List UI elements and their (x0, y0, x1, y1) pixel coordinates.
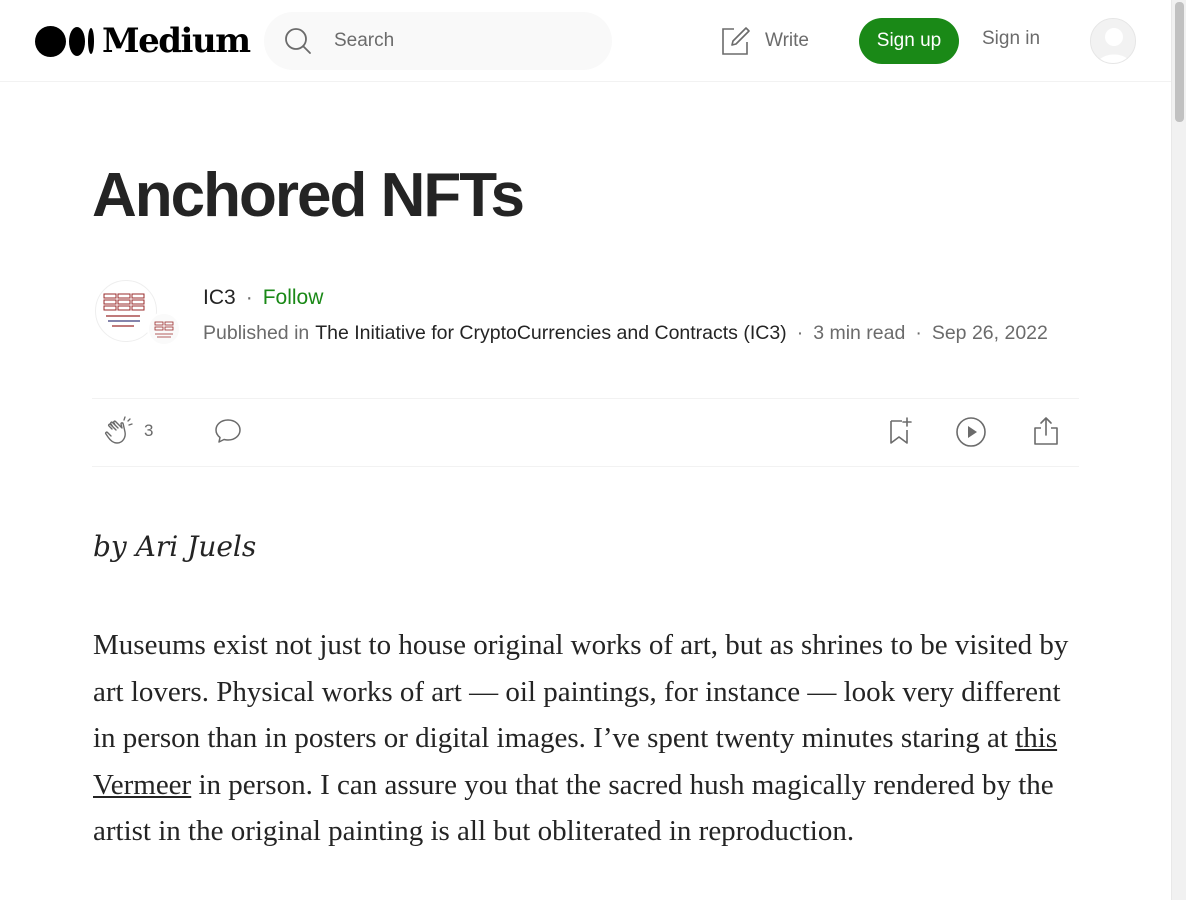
follow-button[interactable]: Follow (263, 286, 324, 310)
article-action-bar: 3 (92, 398, 1079, 467)
publication-avatar[interactable] (147, 312, 181, 346)
author-line: IC3 · Follow (203, 286, 323, 310)
write-button[interactable]: Write (720, 24, 809, 58)
signin-link[interactable]: Sign in (982, 28, 1040, 50)
listen-button[interactable] (954, 415, 988, 449)
author-name[interactable]: IC3 (203, 286, 236, 310)
separator-dot: · (915, 322, 922, 344)
published-in-label: Published in (203, 322, 310, 344)
save-button[interactable] (884, 415, 916, 447)
signup-button[interactable]: Sign up (859, 18, 959, 64)
user-icon (1091, 19, 1135, 63)
paragraph-text: in person. I can assure you that the sac… (93, 768, 1054, 848)
paragraph-text: Museums exist not just to house original… (93, 629, 1069, 754)
medium-logo-mark (35, 25, 94, 57)
scrollbar-thumb[interactable] (1175, 2, 1184, 122)
top-nav: Medium Write Sign up Sign in (0, 0, 1171, 82)
medium-logo[interactable]: Medium (35, 21, 251, 61)
play-icon (956, 417, 986, 447)
search-icon (285, 28, 311, 54)
article-paragraph: Museums exist not just to house original… (93, 622, 1073, 855)
share-icon (1034, 417, 1058, 445)
user-avatar[interactable] (1090, 18, 1136, 64)
page-scrollbar[interactable] (1171, 0, 1186, 900)
publication-link[interactable]: The Initiative for CryptoCurrencies and … (315, 322, 786, 345)
article-title: Anchored NFTs (92, 161, 525, 230)
search-bar[interactable] (264, 12, 612, 70)
publish-date: Sep 26, 2022 (931, 322, 1048, 344)
publication-logo-icon (154, 321, 174, 338)
clap-icon (104, 416, 133, 444)
bookmark-add-icon (890, 417, 912, 444)
share-button[interactable] (1030, 415, 1062, 447)
comment-button[interactable] (212, 415, 244, 447)
separator-dot: · (245, 286, 253, 309)
article-meta: Published in The Initiative for CryptoCu… (203, 322, 1048, 345)
search-input[interactable] (332, 29, 576, 53)
article-byline: by Ari Juels (93, 530, 257, 563)
separator-dot: · (796, 322, 804, 344)
logo-text: Medium (102, 21, 251, 61)
clap-button[interactable]: 3 (104, 415, 153, 447)
write-icon (722, 26, 750, 55)
read-time: 3 min read (813, 322, 906, 344)
write-label: Write (765, 30, 809, 51)
clap-count: 3 (144, 421, 154, 440)
comment-icon (215, 419, 241, 443)
